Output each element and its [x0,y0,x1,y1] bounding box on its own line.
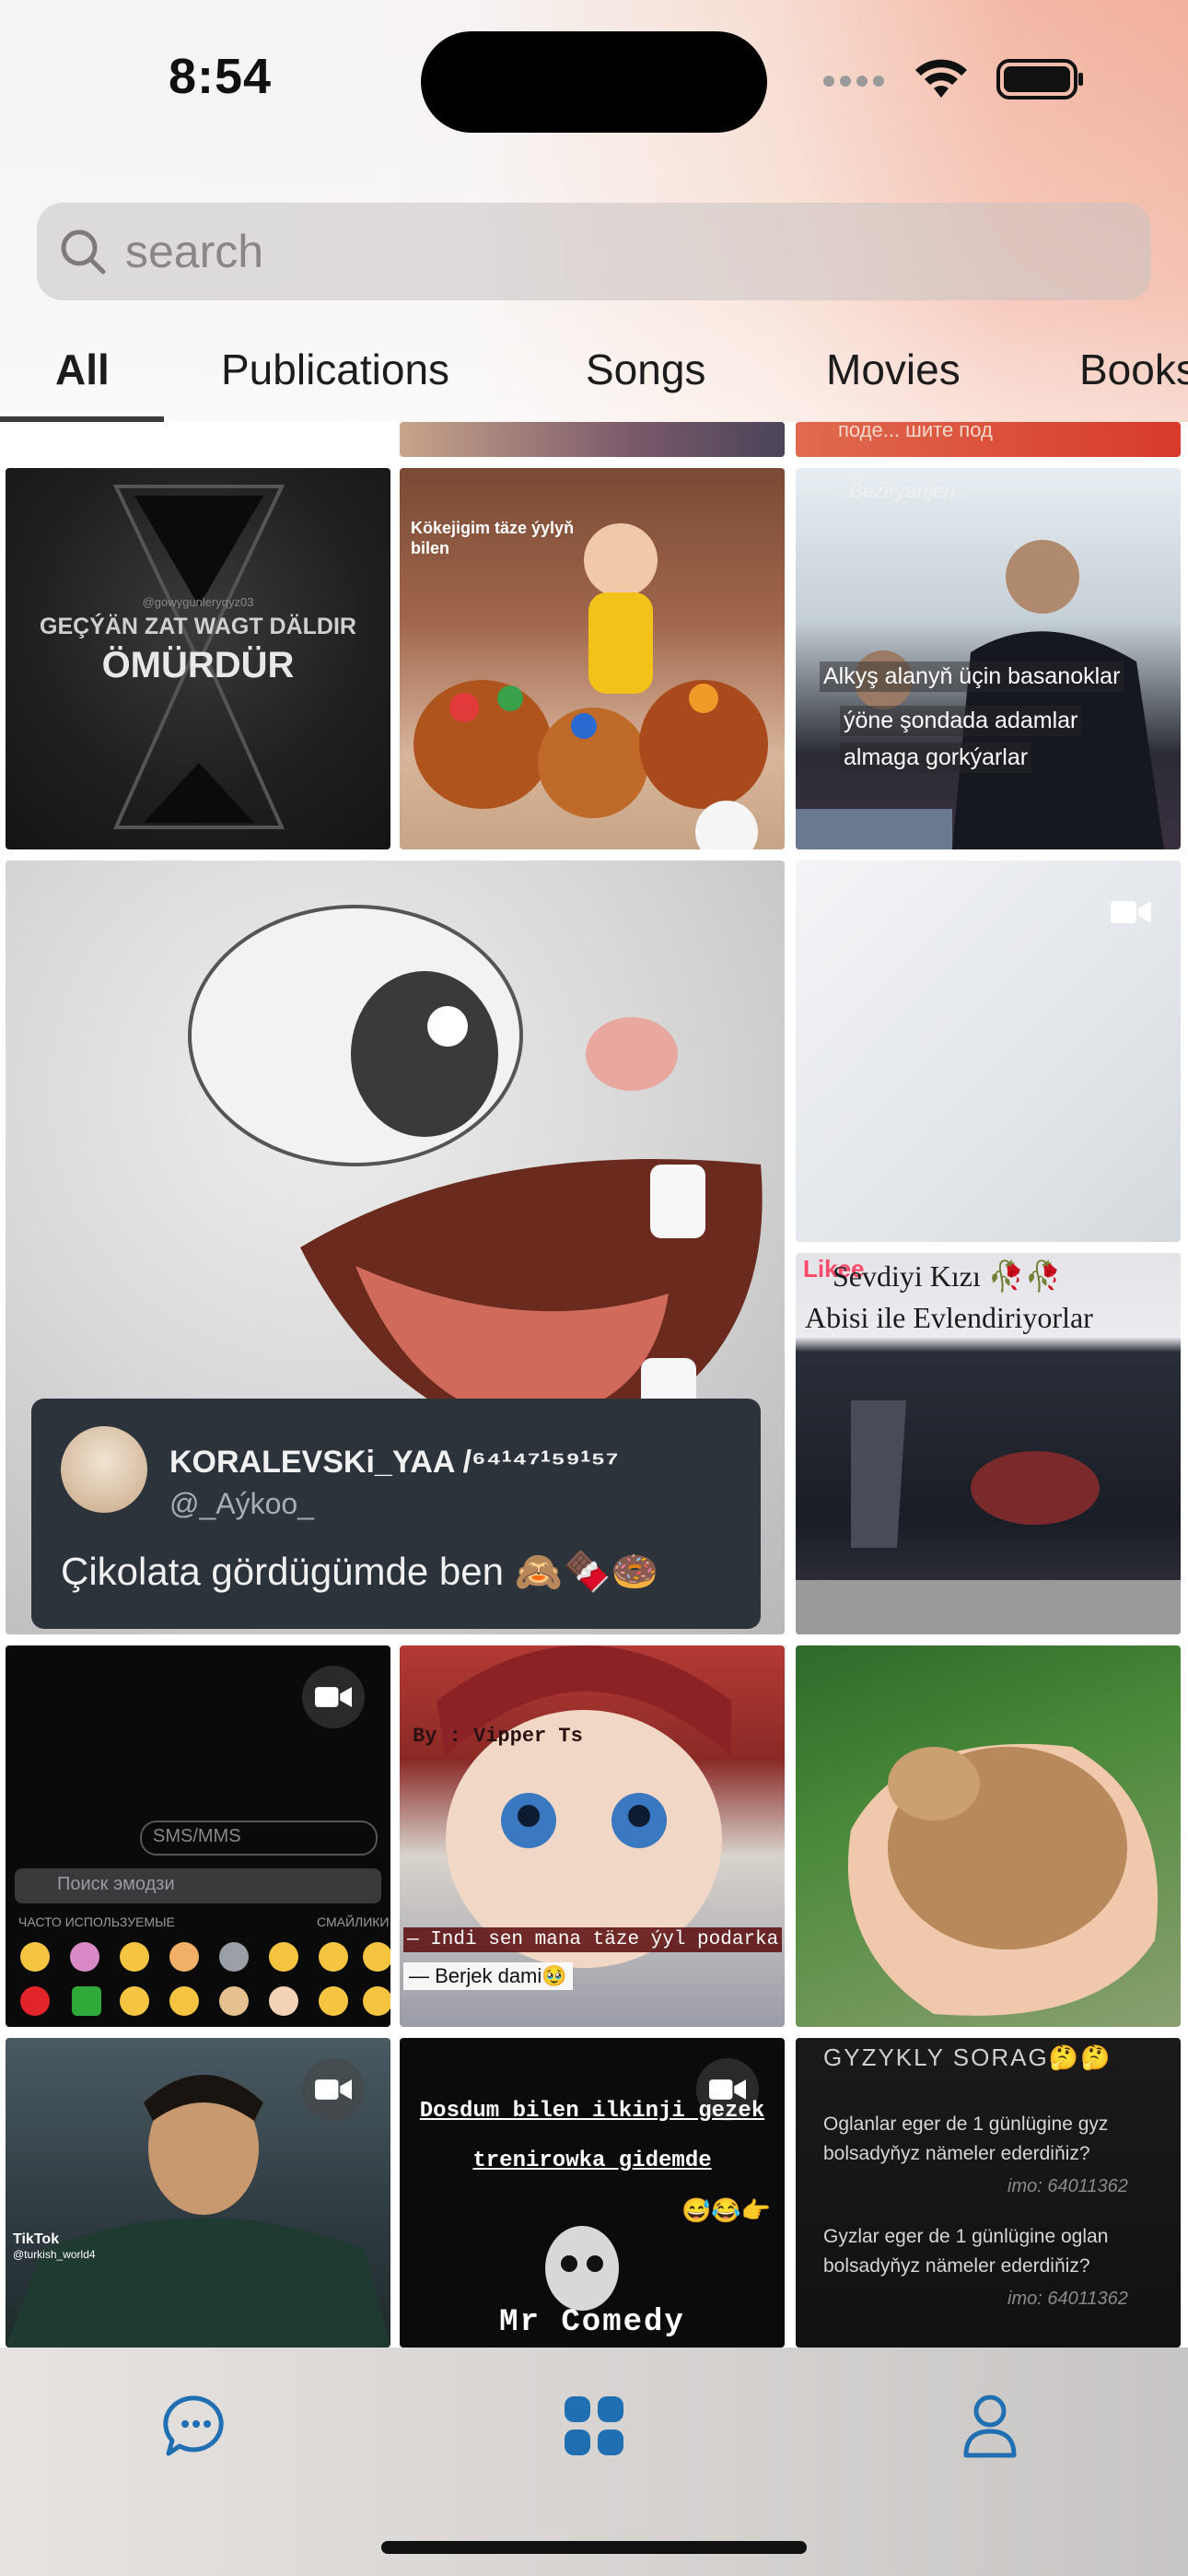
post-tile-masha[interactable]: By : Vipper Ts — Indi sen mana täze ýyl … [400,1645,785,2027]
post-tile-bunny[interactable] [796,1645,1181,2027]
post-caption-line2: ýöne şondada adamlar [840,706,1082,736]
post-tile-likee[interactable]: Likee Sevdiyi Kızı 🥀🥀 Abisi ile Evlendir… [796,1253,1181,1634]
tiktok-brand: TikTok [13,2231,60,2247]
emoji-section-label: СМАЙЛИКИ [317,1914,390,1929]
post-tile-keyboard[interactable]: SMS/MMS Поиск эмодзи ЧАСТО ИСПОЛЬЗУЕМЫЕ … [6,1645,390,2027]
home-indicator [381,2541,807,2554]
post-caption-line1: Sevdiyi Kızı 🥀🥀 [833,1259,1062,1293]
post-caption-line2: ÖMÜRDÜR [101,645,295,685]
post-tile-hourglass[interactable]: @gowygunleryqyz03 GEÇÝÄN ZAT WAGT DÄLDIR… [6,468,390,849]
post-caption-line1: — Indi sen mana täze ýyl podarka [403,1927,783,1952]
battery-icon [996,59,1083,100]
dynamic-island [421,31,767,133]
post-tile-partial[interactable] [400,422,785,457]
tab-movies[interactable]: Movies [826,345,961,394]
tab-publications[interactable]: Publications [221,345,449,394]
category-tabs: All Publications Songs Movies Books [0,332,1188,422]
post-caption-line1: GEÇÝÄN ZAT WAGT DÄLDIR [40,614,356,639]
status-time: 8:54 [169,49,273,104]
comment-handle: @_Aýkoo_ [169,1487,315,1520]
video-icon [1100,881,1162,943]
quiz-title: GYZYKLY SORAG🤔🤔 [823,2043,1112,2071]
avatar [61,1426,147,1513]
quiz-imo-1: imo: 64011362 [1007,2176,1128,2196]
tab-songs[interactable]: Songs [586,345,705,394]
skull-logo-image [545,2226,619,2311]
post-text: поде... шите под [838,422,993,441]
post-caption-line3: almaga gorkýarlar [840,743,1032,773]
tab-all[interactable]: All [55,345,110,394]
post-tile-men-photo[interactable]: ..Beziryenjen.. Alkyş alanyň üçin basano… [796,468,1181,849]
search-icon [61,229,106,275]
tiktok-handle: @turkish_world4 [13,2248,96,2261]
grid-apps-icon [565,2396,623,2455]
watermark-text: @gowygunleryqyz03 [142,595,254,609]
quiz-question-2: Gyzlar eger de 1 günlügine oglan bolsady… [823,2226,1109,2277]
video-icon [302,2058,365,2121]
comedy-brand: Mr Comedy [499,2305,685,2340]
post-caption-line2: — Berjek dami🥹 [403,1962,573,1990]
emoji-search: Поиск эмодзи [15,1868,381,1903]
nav-profile-button[interactable] [949,2384,1031,2467]
quiz-question-1: Oglanlar eger de 1 günlügine gyz bolsady… [823,2113,1109,2164]
men-photo-image [796,540,1164,849]
comment-username: KORALEVSKi_YAA /⁶⁴¹⁴⁷¹⁵⁹¹⁵⁷ [169,1445,619,1480]
post-caption-line1: Alkyş alanyň üçin basanoklar [820,662,1124,692]
comment-card: KORALEVSKi_YAA /⁶⁴¹⁴⁷¹⁵⁹¹⁵⁷ @_Aýkoo_ Çik… [31,1399,761,1629]
top-header: 8:54 All Publications Songs Movies Books [0,0,1188,422]
post-tile-rabbit-meme[interactable]: KORALEVSKi_YAA /⁶⁴¹⁴⁷¹⁵⁹¹⁵⁷ @_Aýkoo_ Çik… [6,861,785,1634]
tab-books[interactable]: Books [1079,345,1188,394]
wifi-icon [915,59,967,98]
post-header-text: ..Beziryenjen.. [838,479,967,502]
post-tile-gift-baskets[interactable]: Kökejigim täze ýylyň bilen [400,468,785,849]
post-tile-partial[interactable]: поде... шите под [796,422,1181,457]
post-tile-tiktok[interactable]: TikTok @turkish_world4 [6,2038,390,2348]
bunny-image [847,1743,1159,2016]
active-tab-indicator [0,416,164,422]
search-input[interactable] [123,224,1048,279]
emoji-section-label: ЧАСТО ИСПОЛЬЗУЕМЫЕ [18,1914,175,1929]
comment-text: Çikolata gördügümde ben 🙈🍫🍩 [61,1550,659,1593]
sms-field: SMS/MMS [140,1821,378,1856]
person-icon [963,2395,1017,2458]
post-tile-comedy[interactable]: Dosdum bilen ilkinji gezek trenirowka gi… [400,2038,785,2348]
chat-bubble-icon [163,2395,224,2456]
post-tile-quiz[interactable]: GYZYKLY SORAG🤔🤔 Oglanlar eger de 1 günlü… [796,2038,1181,2348]
post-watermark: By : Vipper Ts [413,1725,583,1748]
signal-icon [823,76,884,87]
post-tile-blank-video[interactable] [796,861,1181,1242]
video-icon [302,1666,365,1728]
post-caption: Kökejigim täze ýylyň bilen [411,519,575,557]
status-icons [821,57,1085,101]
emoji-grid [20,1942,390,2016]
nav-chats-button[interactable] [155,2384,238,2467]
search-bar[interactable] [37,203,1151,300]
quiz-imo-2: imo: 64011362 [1007,2289,1128,2309]
nav-feed-button[interactable] [553,2384,635,2467]
post-caption-line2: Abisi ile Evlendiriyorlar [805,1301,1093,1334]
